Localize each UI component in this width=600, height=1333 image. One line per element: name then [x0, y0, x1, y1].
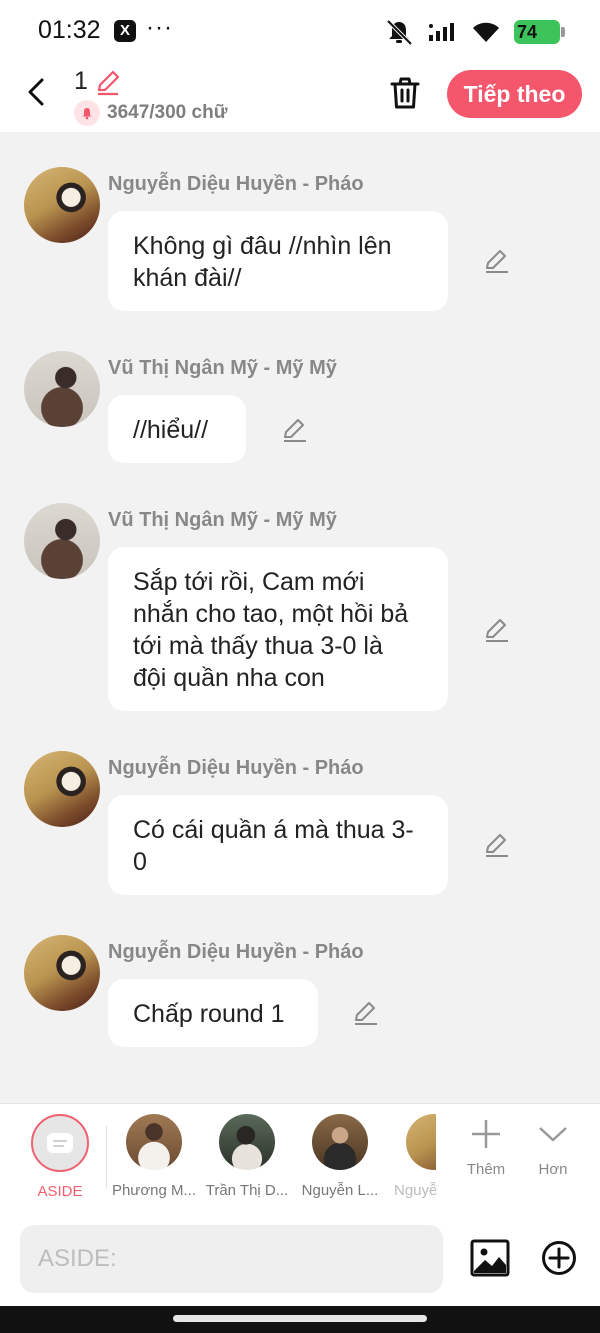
edit-message-icon[interactable]	[483, 247, 511, 275]
avatar	[219, 1114, 275, 1170]
avatar[interactable]	[24, 751, 100, 827]
message-text: Sắp tới rồi, Cam mới nhắn cho tao, một h…	[133, 568, 409, 692]
avatar[interactable]	[24, 503, 100, 579]
avatar[interactable]	[24, 351, 100, 427]
message-text: Chấp round 1	[133, 1000, 285, 1028]
mute-icon	[386, 19, 413, 46]
trash-icon[interactable]	[389, 76, 421, 110]
image-icon[interactable]	[470, 1238, 510, 1278]
edit-message-icon[interactable]	[352, 999, 380, 1027]
message-bubble[interactable]: Không gì đâu //nhìn lên khán đài//	[108, 211, 448, 311]
sender-name: Vũ Thị Ngân Mỹ - Mỹ Mỹ	[108, 509, 337, 531]
message-text: Không gì đâu //nhìn lên khán đài//	[133, 232, 392, 292]
add-character-button[interactable]: Thêm	[456, 1118, 516, 1178]
aside-icon	[31, 1114, 89, 1172]
signal-icon	[429, 23, 454, 41]
character-bar: ASIDE Phương M... Trần Thị D... Nguyễn L…	[0, 1103, 600, 1211]
character-aside[interactable]: ASIDE	[14, 1114, 106, 1200]
message-bubble[interactable]: Sắp tới rồi, Cam mới nhắn cho tao, một h…	[108, 547, 448, 711]
next-button[interactable]: Tiếp theo	[447, 70, 582, 118]
character-item[interactable]: Phương M...	[108, 1114, 200, 1199]
avatar[interactable]	[24, 167, 100, 243]
sender-name: Vũ Thị Ngân Mỹ - Mỹ Mỹ	[108, 357, 337, 379]
character-label: ASIDE	[37, 1183, 83, 1200]
edit-message-icon[interactable]	[483, 616, 511, 644]
sender-name: Nguyễn Diệu Huyền - Pháo	[108, 941, 364, 963]
edit-message-icon[interactable]	[483, 831, 511, 859]
back-arrow-icon[interactable]	[22, 76, 52, 108]
avatar	[126, 1114, 182, 1170]
sender-name: Nguyễn Diệu Huyền - Pháo	[108, 757, 364, 779]
status-bar: 01:32 X ··· 74	[0, 0, 600, 62]
character-label: Nguyễ	[394, 1182, 436, 1199]
bell-icon	[74, 100, 100, 126]
home-indicator[interactable]	[173, 1315, 427, 1322]
character-label: Phương M...	[111, 1182, 197, 1199]
more-label: Hơn	[538, 1161, 568, 1178]
input-bar	[0, 1211, 600, 1306]
avatar	[312, 1114, 368, 1170]
message-bubble[interactable]: Chấp round 1	[108, 979, 318, 1047]
character-label: Trần Thị D...	[205, 1182, 289, 1199]
message-bubble[interactable]: Có cái quần á mà thua 3-0	[108, 795, 448, 895]
message-input[interactable]	[20, 1225, 443, 1293]
word-count-text: 3647/300 chữ	[107, 102, 228, 123]
avatar	[406, 1114, 436, 1170]
header: 1 3647/300 chữ Tiếp theo	[0, 62, 600, 132]
chevron-down-icon	[539, 1127, 567, 1142]
add-label: Thêm	[466, 1161, 506, 1178]
sender-name: Nguyễn Diệu Huyền - Pháo	[108, 173, 364, 195]
more-notifications-icon: ···	[146, 14, 173, 41]
message-text: //hiểu//	[133, 416, 209, 444]
status-icons: 74	[384, 18, 565, 46]
edit-title-icon[interactable]	[94, 68, 122, 96]
message-bubble[interactable]: //hiểu//	[108, 395, 246, 463]
avatar[interactable]	[24, 935, 100, 1011]
wifi-icon	[473, 22, 499, 42]
status-time: 01:32	[38, 16, 101, 44]
edit-message-icon[interactable]	[281, 416, 309, 444]
character-label: Nguyễn L...	[301, 1182, 379, 1199]
character-item[interactable]: Nguyễ	[388, 1114, 436, 1199]
add-circle-icon[interactable]	[541, 1240, 577, 1276]
system-nav-bar	[0, 1306, 600, 1333]
character-item[interactable]: Nguyễn L...	[294, 1114, 386, 1199]
word-count: 3647/300 chữ	[74, 100, 227, 126]
x-app-icon: X	[114, 20, 136, 42]
character-item[interactable]: Trần Thị D...	[201, 1114, 293, 1199]
message-text: Có cái quần á mà thua 3-0	[133, 816, 414, 876]
page-title: 1	[74, 67, 88, 95]
divider	[106, 1126, 107, 1188]
battery-indicator: 74	[514, 20, 565, 44]
more-characters-button[interactable]: Hơn	[523, 1118, 583, 1178]
plus-icon	[472, 1120, 500, 1148]
